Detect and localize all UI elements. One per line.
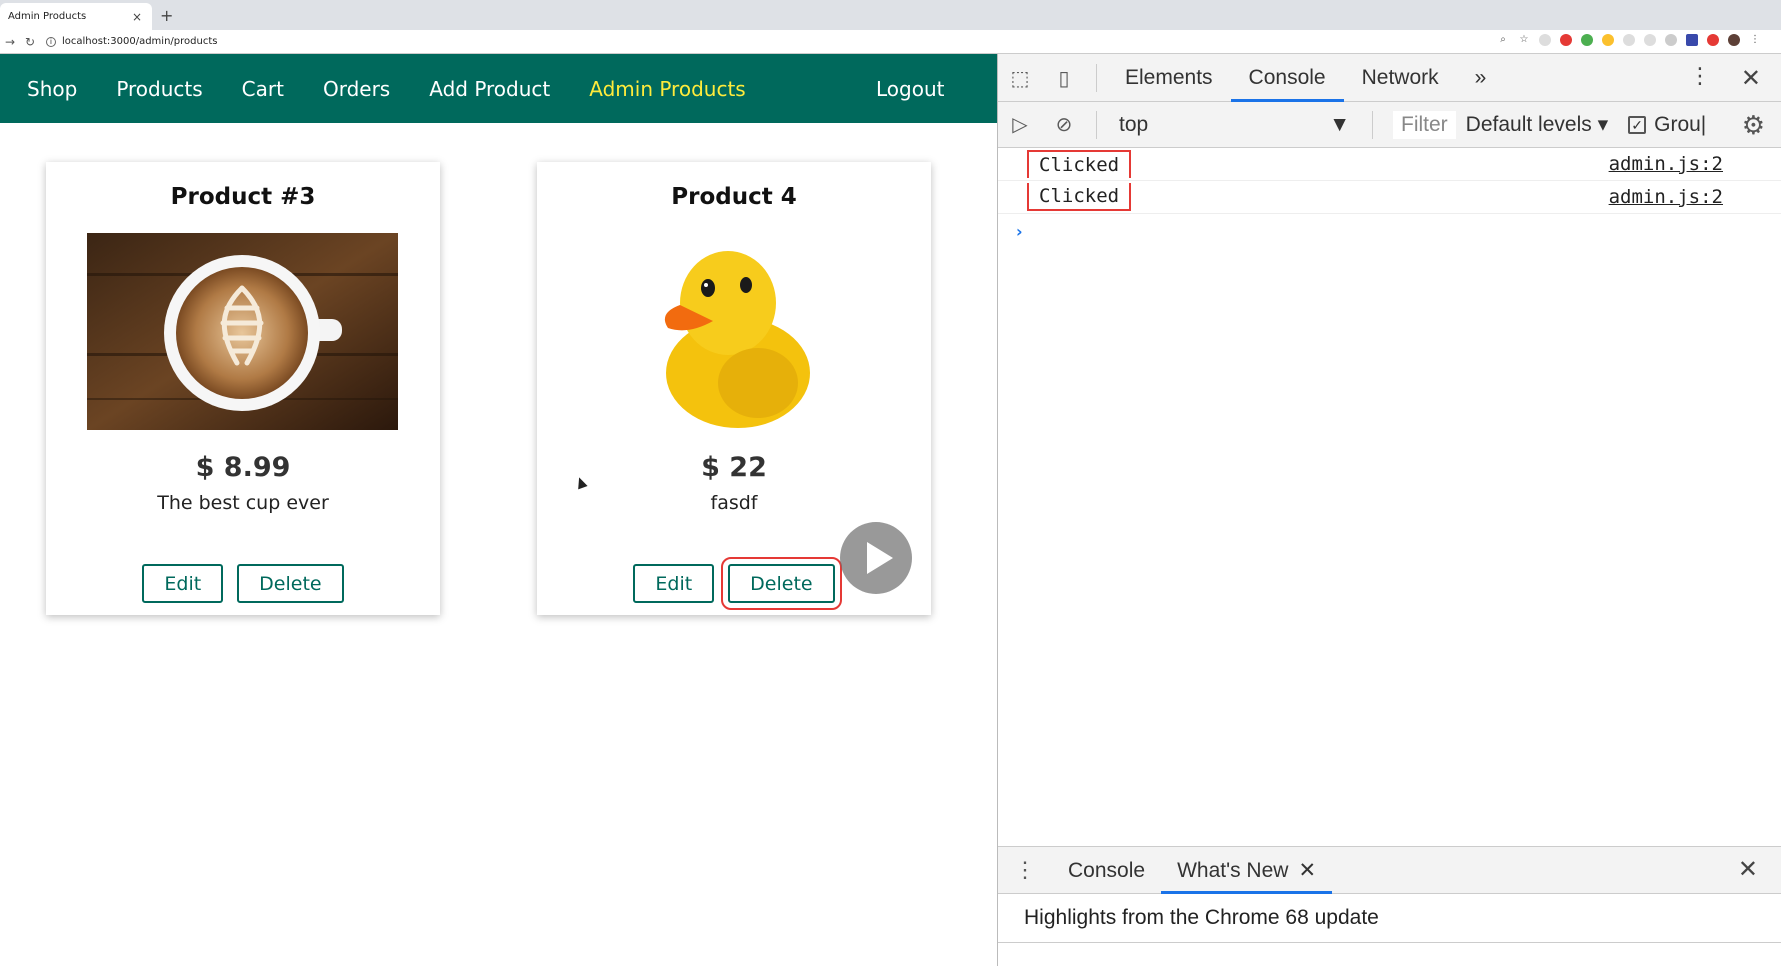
- sidebar-toggle-icon[interactable]: ▷: [998, 112, 1042, 137]
- url-text: localhost:3000/admin/products: [62, 36, 218, 47]
- edit-button[interactable]: Edit: [633, 564, 715, 603]
- profile-avatar[interactable]: [1728, 34, 1740, 46]
- drawer-tab-whats-new[interactable]: What's New ✕: [1161, 847, 1333, 894]
- drawer-tab-console[interactable]: Console: [1052, 847, 1161, 894]
- extension-icon[interactable]: [1581, 34, 1593, 46]
- checkbox-icon: ✓: [1628, 115, 1647, 134]
- whats-new-highlights: Highlights from the Chrome 68 update: [998, 894, 1781, 943]
- product-card: Product #3 $ 8.99 The best cup ever Edit…: [46, 162, 440, 615]
- gear-icon[interactable]: ⚙: [1742, 110, 1765, 141]
- product-title: Product 4: [671, 184, 797, 210]
- nav-orders[interactable]: Orders: [323, 77, 390, 101]
- more-tabs-icon[interactable]: »: [1457, 54, 1505, 102]
- drawer-tab-label: What's New: [1177, 858, 1289, 882]
- menu-dots-icon[interactable]: ⋮: [1749, 34, 1761, 46]
- extension-icon[interactable]: [1665, 34, 1677, 46]
- log-levels-select[interactable]: Default levels ▾: [1466, 112, 1608, 137]
- divider: [1096, 63, 1097, 92]
- extension-icons: ⌕ ☆ ⋮: [1497, 34, 1761, 46]
- devtools-tabbar: ⬚ ▯ Elements Console Network » ⋮ ✕: [998, 54, 1781, 102]
- extension-icon[interactable]: [1623, 34, 1635, 46]
- drawer-menu-icon[interactable]: ⋮: [998, 857, 1052, 883]
- dropdown-arrow-icon: ▼: [1329, 112, 1350, 136]
- console-log-row: Clicked admin.js:2: [998, 181, 1781, 214]
- forward-icon[interactable]: →: [0, 35, 20, 49]
- delete-button[interactable]: Delete: [237, 564, 344, 603]
- card-actions: Edit Delete: [46, 564, 440, 603]
- rubber-duck-image: [664, 251, 810, 428]
- nav-products[interactable]: Products: [116, 77, 202, 101]
- divider: [1372, 110, 1373, 139]
- site-nav: Shop Products Cart Orders Add Product Ad…: [0, 54, 997, 123]
- nav-add-product[interactable]: Add Product: [429, 77, 550, 101]
- product-price: $ 8.99: [195, 452, 291, 483]
- extension-icon[interactable]: [1539, 34, 1551, 46]
- new-tab-button[interactable]: +: [160, 6, 173, 25]
- product-price: $ 22: [701, 452, 767, 483]
- clear-console-icon[interactable]: ⊘: [1042, 112, 1086, 137]
- tab-title: Admin Products: [8, 11, 87, 22]
- browser-tab[interactable]: Admin Products ×: [0, 3, 152, 30]
- group-label: Grou|: [1654, 112, 1707, 136]
- log-source-link[interactable]: admin.js:2: [1609, 153, 1723, 175]
- edit-button[interactable]: Edit: [142, 564, 224, 603]
- context-select[interactable]: top ▼: [1107, 113, 1362, 137]
- nav-admin-products[interactable]: Admin Products: [589, 77, 745, 101]
- close-drawer-icon[interactable]: ✕: [1738, 855, 1758, 884]
- bookmark-star-icon[interactable]: ☆: [1518, 34, 1530, 46]
- extension-icon[interactable]: [1602, 34, 1614, 46]
- extension-icon[interactable]: [1644, 34, 1656, 46]
- inspect-element-icon[interactable]: ⬚: [998, 66, 1042, 90]
- log-message: Clicked: [1027, 183, 1132, 211]
- coffee-cup-image: [87, 233, 398, 430]
- console-log-row: Clicked admin.js:2: [998, 148, 1781, 181]
- tab-network[interactable]: Network: [1344, 54, 1457, 102]
- zoom-icon[interactable]: ⌕: [1497, 34, 1509, 46]
- info-icon[interactable]: i: [46, 36, 56, 47]
- console-filter-bar: ▷ ⊘ top ▼ Filter Default levels ▾ ✓ Grou…: [998, 102, 1781, 148]
- tab-console[interactable]: Console: [1230, 54, 1344, 102]
- nav-logout[interactable]: Logout: [876, 77, 944, 101]
- tab-close-icon[interactable]: ×: [130, 10, 144, 24]
- levels-label: Default levels: [1465, 113, 1592, 136]
- extension-icon[interactable]: [1686, 34, 1698, 46]
- devtools-drawer: ⋮ Console What's New ✕ ✕ Highlights from…: [998, 846, 1781, 966]
- nav-cart[interactable]: Cart: [242, 77, 284, 101]
- product-title: Product #3: [170, 184, 316, 210]
- console-output: Clicked admin.js:2 Clicked admin.js:2 ›: [998, 148, 1781, 241]
- close-tab-icon[interactable]: ✕: [1298, 847, 1316, 894]
- group-similar-checkbox[interactable]: ✓ Grou|: [1628, 113, 1706, 137]
- devtools-panel: ⬚ ▯ Elements Console Network » ⋮ ✕ ▷ ⊘ t…: [997, 54, 1781, 966]
- extension-icon[interactable]: [1707, 34, 1719, 46]
- log-message: Clicked: [1027, 150, 1132, 178]
- address-bar[interactable]: i localhost:3000/admin/products: [46, 36, 217, 47]
- close-icon[interactable]: ✕: [1741, 64, 1761, 92]
- play-icon[interactable]: [840, 522, 912, 594]
- tab-elements[interactable]: Elements: [1107, 54, 1231, 102]
- delete-button[interactable]: Delete: [721, 557, 842, 610]
- browser-tabstrip: Admin Products × +: [0, 0, 1781, 30]
- filter-input[interactable]: Filter: [1393, 110, 1456, 139]
- context-value: top: [1119, 112, 1149, 136]
- drawer-tabbar: ⋮ Console What's New ✕ ✕: [998, 847, 1781, 894]
- device-toolbar-icon[interactable]: ▯: [1042, 66, 1086, 90]
- product-description: The best cup ever: [157, 492, 329, 514]
- reload-icon[interactable]: ↻: [20, 35, 40, 49]
- extension-icon[interactable]: [1560, 34, 1572, 46]
- nav-shop[interactable]: Shop: [27, 77, 77, 101]
- console-prompt[interactable]: ›: [1016, 222, 1781, 241]
- browser-toolbar: → ↻ i localhost:3000/admin/products ⌕ ☆ …: [0, 30, 1781, 54]
- web-page: Shop Products Cart Orders Add Product Ad…: [0, 54, 997, 966]
- devtools-menu-icon[interactable]: ⋮: [1689, 64, 1711, 89]
- product-description: fasdf: [710, 492, 758, 514]
- divider: [1096, 110, 1097, 139]
- log-source-link[interactable]: admin.js:2: [1609, 186, 1723, 208]
